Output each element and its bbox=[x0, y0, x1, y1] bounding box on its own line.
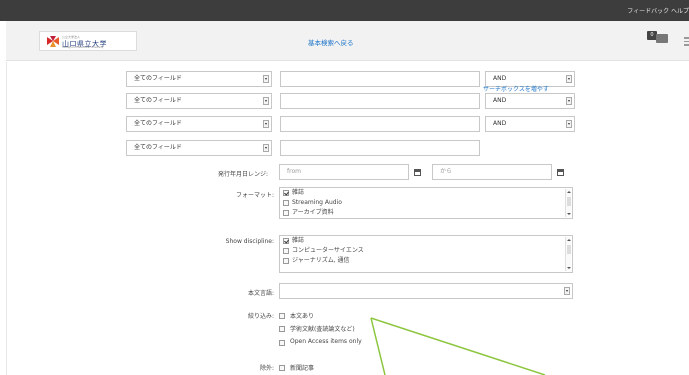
exclude-label: 除外: bbox=[259, 365, 274, 372]
checkbox[interactable] bbox=[283, 200, 289, 206]
search-input-2[interactable] bbox=[280, 93, 480, 109]
dropdown-arrow-icon bbox=[263, 144, 269, 152]
header: 公立大学法人 山口県立大学 Yamaguchi Prefectural Univ… bbox=[6, 21, 689, 61]
operator-select-2[interactable]: AND bbox=[485, 93, 575, 109]
folder-icon[interactable]: 0 bbox=[647, 31, 669, 44]
discipline-label: Show discipline: bbox=[225, 238, 274, 245]
menu-icon[interactable] bbox=[684, 37, 689, 47]
dropdown-arrow-icon bbox=[263, 75, 269, 83]
calendar-icon[interactable] bbox=[557, 169, 564, 176]
checkbox[interactable] bbox=[283, 238, 289, 244]
search-input-3[interactable] bbox=[280, 116, 480, 132]
dropdown-arrow-icon bbox=[263, 120, 269, 128]
university-logo[interactable]: 公立大学法人 山口県立大学 Yamaguchi Prefectural Univ… bbox=[39, 31, 137, 51]
back-to-basic-search-link[interactable]: 基本検索へ戻る bbox=[308, 37, 354, 47]
language-select[interactable] bbox=[279, 283, 573, 299]
language-label: 本文言語: bbox=[247, 290, 274, 297]
format-label: フォーマット: bbox=[235, 192, 274, 199]
list-item[interactable]: 雑誌 bbox=[280, 236, 572, 246]
field-select-4[interactable]: 全てのフィールド bbox=[126, 140, 272, 156]
scrollbar[interactable] bbox=[565, 237, 571, 271]
search-input-1[interactable] bbox=[280, 71, 480, 87]
checkbox[interactable] bbox=[283, 258, 289, 264]
logo-english-name: Yamaguchi Prefectural University bbox=[62, 46, 104, 49]
checkbox[interactable] bbox=[283, 210, 289, 216]
discipline-listbox[interactable]: 雑誌 コンピューターサイエンス ジャーナリズム, 通信 bbox=[279, 235, 573, 273]
date-to-input[interactable]: から bbox=[432, 164, 552, 180]
add-search-box-link[interactable]: サーチボックスを増やす bbox=[483, 84, 549, 93]
checkbox[interactable] bbox=[283, 248, 289, 254]
calendar-icon[interactable] bbox=[414, 169, 421, 176]
date-from-input[interactable]: from bbox=[279, 164, 409, 180]
search-input-4[interactable] bbox=[280, 140, 480, 156]
dropdown-arrow-icon bbox=[566, 120, 572, 128]
list-item[interactable]: Streaming Audio bbox=[280, 198, 572, 208]
top-bar: フィードバック ヘルプ bbox=[0, 0, 689, 21]
list-item[interactable]: 雑誌 bbox=[280, 188, 572, 198]
dropdown-arrow-icon bbox=[566, 75, 572, 83]
list-item[interactable]: ジャーナリズム, 通信 bbox=[280, 256, 572, 266]
dropdown-arrow-icon bbox=[263, 97, 269, 105]
date-range-label: 発行年月日レンジ: bbox=[217, 171, 268, 178]
feedback-help-links[interactable]: フィードバック ヘルプ bbox=[627, 6, 689, 15]
list-item[interactable]: アーカイブ資料 bbox=[280, 208, 572, 218]
logo-mark-icon bbox=[47, 36, 59, 47]
field-select-1[interactable]: 全てのフィールド bbox=[126, 71, 272, 87]
field-select-3[interactable]: 全てのフィールド bbox=[126, 116, 272, 132]
refine-label: 絞り込み: bbox=[247, 313, 274, 320]
checkbox[interactable] bbox=[283, 190, 289, 196]
operator-select-3[interactable]: AND bbox=[485, 116, 575, 132]
dropdown-arrow-icon bbox=[564, 287, 570, 295]
scrollbar[interactable] bbox=[565, 189, 571, 217]
format-listbox[interactable]: 雑誌 Streaming Audio アーカイブ資料 bbox=[279, 187, 573, 219]
list-item[interactable]: コンピューターサイエンス bbox=[280, 246, 572, 256]
field-select-2[interactable]: 全てのフィールド bbox=[126, 93, 272, 109]
dropdown-arrow-icon bbox=[566, 97, 572, 105]
